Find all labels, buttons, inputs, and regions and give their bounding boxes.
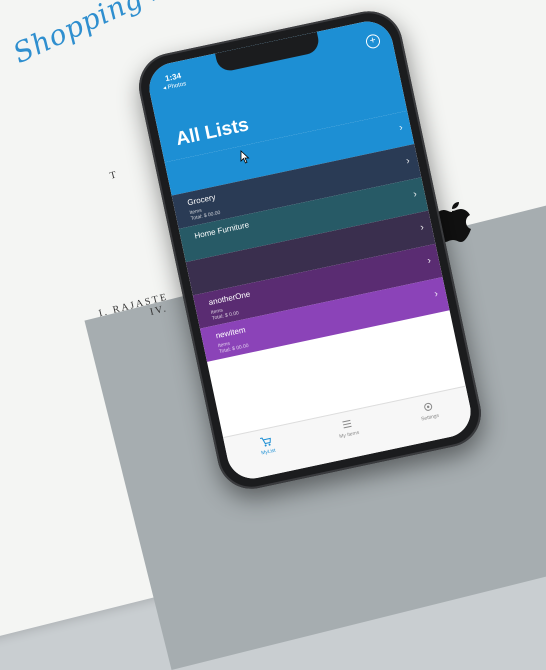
list-summary: Items Total: $ 00.00 — [217, 340, 250, 356]
list-name: anotherOne — [207, 289, 252, 308]
chevron-right-icon: › — [419, 221, 425, 234]
list-summary: Items Total: $ 0.00 — [210, 307, 240, 322]
gear-icon — [423, 402, 432, 411]
cart-icon — [260, 437, 272, 447]
chevron-right-icon: › — [426, 255, 432, 267]
plus-circle-icon: + — [368, 34, 377, 47]
mouse-pointer-icon — [240, 150, 250, 164]
tab-label: MyList — [260, 447, 277, 457]
chevron-right-icon: › — [398, 122, 404, 134]
list-icon — [342, 419, 352, 429]
chevron-right-icon: › — [412, 188, 418, 201]
list-name: Home Furniture — [193, 220, 250, 241]
chevron-right-icon: › — [433, 288, 440, 300]
tab-label: Settings — [420, 412, 440, 423]
chevron-right-icon: › — [405, 155, 411, 167]
list-summary: Items Total: $ 00.00 — [189, 207, 221, 223]
add-list-button[interactable]: + — [364, 33, 382, 50]
